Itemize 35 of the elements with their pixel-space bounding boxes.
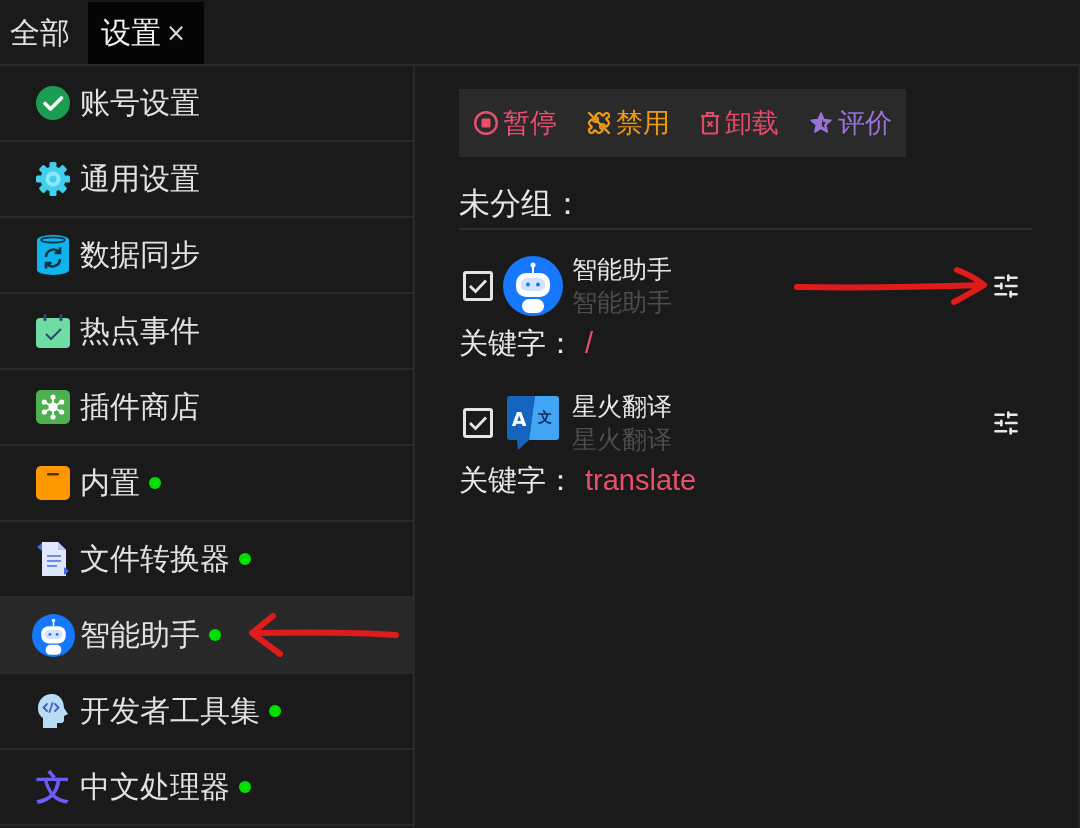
checkbox[interactable] — [463, 408, 493, 438]
checkbox[interactable] — [463, 271, 493, 301]
plugin-title: 星火翻译 — [572, 391, 672, 423]
plugin-title: 智能助手 — [572, 254, 672, 286]
document-icon — [37, 541, 69, 577]
database-sync-icon — [36, 234, 70, 276]
keyword-label: 关键字： — [459, 326, 575, 360]
disable-button[interactable]: 禁用 — [587, 105, 670, 141]
calendar-check-icon — [36, 314, 70, 348]
robot-avatar-icon — [31, 613, 75, 657]
check-icon — [468, 278, 488, 294]
stop-circle-icon — [474, 111, 498, 135]
network-hub-icon — [36, 390, 70, 424]
check-badge-icon — [36, 86, 70, 120]
box-icon — [36, 466, 70, 500]
tab-close-button[interactable]: × — [166, 19, 187, 47]
keyword-value: translate — [585, 463, 697, 497]
code-head-icon — [37, 693, 69, 729]
keyword-label: 关键字： — [459, 463, 575, 497]
rate-button[interactable]: 评价 — [809, 105, 892, 141]
sidebar-item[interactable]: 智能助手 — [0, 598, 413, 674]
tab[interactable]: 设置 × — [88, 2, 205, 64]
keyword-value: / — [585, 326, 594, 360]
robot-avatar-icon — [503, 256, 563, 316]
check-icon — [468, 415, 488, 431]
uninstall-button[interactable]: 卸载 — [700, 105, 779, 141]
puzzle-slash-icon — [587, 111, 611, 135]
sliders-icon[interactable] — [992, 272, 1020, 300]
character-icon: 文 — [36, 768, 70, 806]
group-title: 未分组： — [459, 185, 584, 221]
sliders-icon[interactable] — [992, 409, 1020, 437]
tab[interactable]: 全部 — [0, 2, 84, 64]
trash-icon — [700, 111, 720, 135]
pause-button[interactable]: 暂停 — [474, 105, 557, 141]
star-icon — [809, 111, 833, 135]
